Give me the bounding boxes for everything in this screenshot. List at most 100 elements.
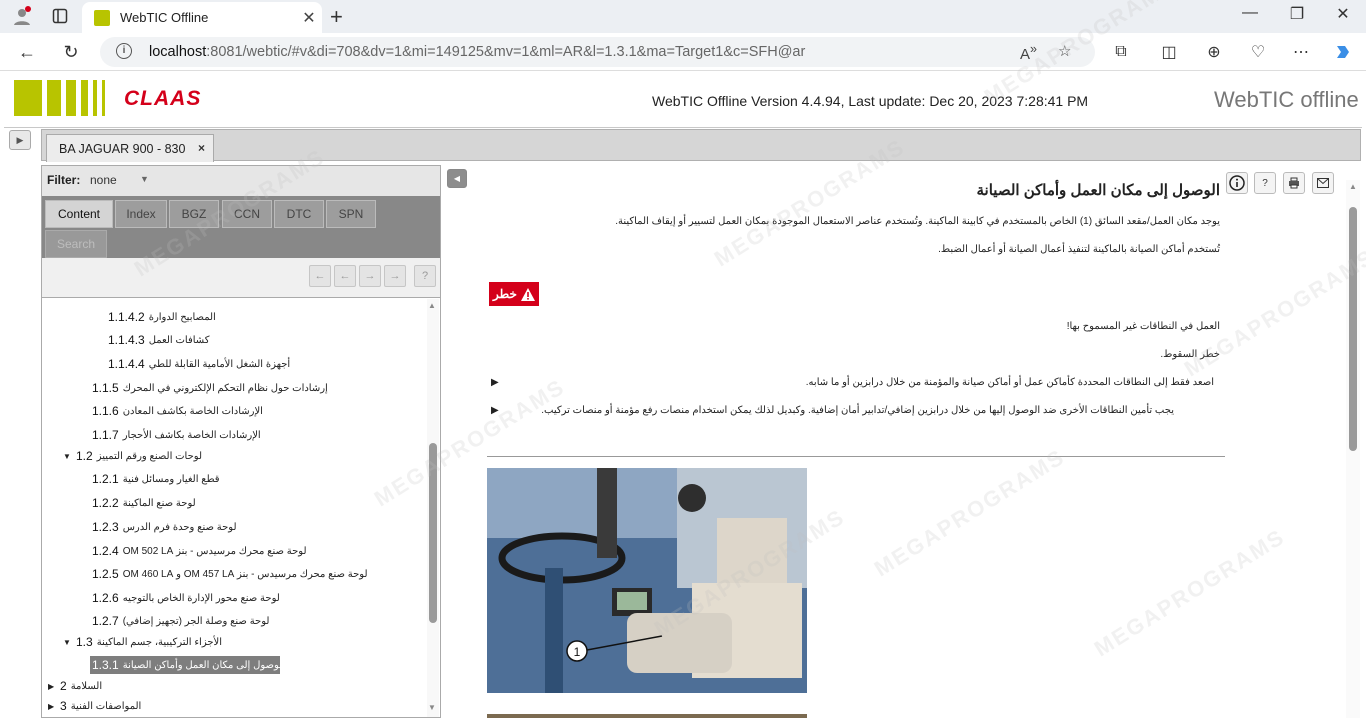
webtic-brand: WebTIC offline [1214,87,1359,112]
tree-item-1-1-6[interactable]: 1.1.6 الإرشادات الخاصة بكاشف المعادن [92,402,422,420]
url-text[interactable]: localhost:8081/webtic/#v&di=708&dv=1&mi=… [149,44,805,60]
tree-item-1-2-1[interactable]: 1.2.1 قطع الغيار ومسائل فنية [92,470,422,488]
tree-item-1-2-7[interactable]: 1.2.7 لوحة صنع وصلة الجر (تجهيز إضافي) [92,612,422,630]
favorite-star-icon[interactable]: ☆ [1058,42,1071,60]
second-illustration-edge [487,714,807,718]
copilot-icon[interactable] [1332,41,1354,63]
tree-item-1-1-4-3[interactable]: 1.1.4.3 كشافات العمل [108,331,422,349]
svg-text:1: 1 [574,645,581,659]
document-tab-label: BA JAGUAR 900 - 830 [59,141,186,156]
warning-subtext: خطر السقوط. [1160,349,1220,360]
profile-icon[interactable] [10,5,34,27]
site-info-icon[interactable]: i [116,43,132,59]
close-tab-icon[interactable]: ✕ [296,8,322,28]
tree-item-1-2-2[interactable]: 1.2.2 لوحة صنع الماكينة [92,494,422,512]
browser-tab[interactable]: WebTIC Offline ✕ [82,2,322,33]
tree-scrollbar[interactable]: ▲ ▼ [427,299,439,717]
cab-seat-illustration: 1 [487,468,807,693]
claas-logo-bars-icon [14,80,105,116]
bullet-arrow-icon: ▶ [491,405,499,416]
tree-item-3[interactable]: 3 المواصفات الفنية [60,697,422,715]
tab-dtc[interactable]: DTC [274,200,324,228]
claas-logo: CLAAS [124,87,202,110]
content-scrollbar[interactable]: ▲ [1346,180,1360,718]
page-title: الوصول إلى مكان العمل وأماكن الصيانة [976,182,1221,199]
read-aloud-icon[interactable]: A» [1020,42,1037,63]
tab-ccn[interactable]: CCN [222,200,272,228]
split-screen-icon[interactable]: ◫ [1158,41,1180,63]
tree-help-icon[interactable]: ? [414,265,436,287]
mail-icon[interactable] [1312,172,1334,194]
previous-page-icon[interactable]: ← [334,265,356,287]
collapse-arrow-icon[interactable]: ▼ [63,638,71,647]
instruction-1: اصعد فقط إلى النطاقات المحددة كأماكن عمل… [805,377,1214,388]
browser-tab-bar: WebTIC Offline ✕ + — ❐ ✕ [0,0,1366,33]
browser-essentials-icon[interactable]: ♡ [1247,41,1269,63]
collections-icon[interactable]: ⊕ [1203,41,1225,63]
filter-label: Filter: [47,173,81,187]
tab-index[interactable]: Index [115,200,167,228]
tree-item-1-3[interactable]: 1.3 الأجزاء التركيبية، جسم الماكينة [76,633,422,651]
url-field[interactable]: i localhost:8081/webtic/#v&di=708&dv=1&m… [100,37,1095,67]
back-icon[interactable]: ← [14,40,40,64]
tree-item-1-3-1[interactable]: 1.3.1 الوصول إلى مكان العمل وأماكن الصيان… [90,656,285,674]
content-scroll-thumb[interactable] [1349,207,1357,451]
tree-item-1-2-3[interactable]: 1.2.3 لوحة صنع وحدة فرم الدرس [92,518,422,536]
tree-item-1-1-7[interactable]: 1.1.7 الإرشادات الخاصة بكاشف الأحجار [92,426,422,444]
scroll-down-icon[interactable]: ▼ [428,703,436,712]
tab-spn[interactable]: SPN [326,200,376,228]
document-tab[interactable]: BA JAGUAR 900 - 830 × [46,134,214,162]
tree-item-1-2-6[interactable]: 1.2.6 لوحة صنع محور الإدارة الخاص بالتوجي… [92,589,422,607]
close-document-tab-icon[interactable]: × [198,141,205,155]
tab-search[interactable]: Search [45,230,107,258]
help-icon[interactable]: ? [1254,172,1276,194]
document-tab-strip: BA JAGUAR 900 - 830 × [41,129,1361,162]
tree-item-1-2-4[interactable]: 1.2.4 لوحة صنع محرك مرسيدس - بنز OM 502 L… [92,542,422,560]
webtic-favicon-icon [94,9,110,26]
tree-item-1-1-4-4[interactable]: 1.1.4.4 أجهزة الشغل الأمامية القابلة للطي [108,355,422,373]
app-header: CLAAS WebTIC Offline Version 4.4.94, Las… [4,71,1362,128]
scroll-up-icon[interactable]: ▲ [428,301,436,310]
collapse-arrow-icon[interactable]: ▼ [63,452,71,461]
content-tree: 1.1.4.2 المصابيح الدوارة 1.1.4.3 كشافات ال… [42,299,426,717]
new-tab-icon[interactable]: + [330,4,343,30]
tree-item-2[interactable]: 2 السلامة [60,677,422,695]
collapse-panel-icon[interactable]: ◀ [447,169,467,188]
intro-paragraph: يوجد مكان العمل/مقعد السائق (1) الخاص با… [615,216,1220,227]
filter-select[interactable]: none [90,173,117,187]
tab-content[interactable]: Content [45,200,113,228]
version-info: WebTIC Offline Version 4.4.94, Last upda… [652,93,1089,109]
last-page-icon[interactable]: → [384,265,406,287]
tree-toolbar: ← ← → → ? [42,258,440,298]
nav-tabs: Content Index BGZ CCN DTC SPN Search [42,196,440,258]
maintenance-paragraph: تُستخدم أماكن الصيانة بالماكينة لتنفيذ أ… [938,244,1220,255]
filter-row: Filter: none ▼ [42,166,440,196]
print-icon[interactable] [1283,172,1305,194]
filter-dropdown-icon[interactable]: ▼ [140,174,149,184]
refresh-icon[interactable]: ↻ [58,40,84,64]
scroll-up-icon[interactable]: ▲ [1349,182,1357,191]
info-icon[interactable] [1226,172,1248,194]
warning-heading: العمل في النطاقات غير المسموح بها! [1066,321,1220,332]
sidebar-toggle-icon[interactable]: ▶ [9,130,31,150]
next-page-icon[interactable]: → [359,265,381,287]
tab-actions-icon[interactable] [48,5,72,27]
tree-item-1-2-5[interactable]: 1.2.5 لوحة صنع محرك مرسيدس - بنز OM 457 L… [92,565,422,583]
tree-item-1-1-4-2[interactable]: 1.1.4.2 المصابيح الدوارة [108,308,422,326]
minimize-icon[interactable]: — [1230,4,1270,22]
browser-tab-title: WebTIC Offline [120,10,209,25]
extensions-icon[interactable]: ⧉ [1110,41,1132,63]
restore-icon[interactable]: ❐ [1277,4,1317,24]
bullet-arrow-icon: ▶ [491,377,499,388]
expand-arrow-icon[interactable]: ▶ [48,682,54,691]
tree-item-1-1-5[interactable]: 1.1.5 إرشادات حول نظام التحكم الإلكتروني … [92,379,422,397]
first-page-icon[interactable]: ← [309,265,331,287]
tab-bgz[interactable]: BGZ [169,200,219,228]
content-panel: الوصول إلى مكان العمل وأماكن الصيانة ? ي… [470,165,1362,718]
expand-arrow-icon[interactable]: ▶ [48,702,54,711]
tree-scroll-thumb[interactable] [429,443,437,623]
tree-item-1-2[interactable]: 1.2 لوحات الصنع ورقم التمييز [76,447,422,465]
more-menu-icon[interactable]: ⋯ [1290,41,1312,63]
window-close-icon[interactable]: ✕ [1323,4,1363,24]
warning-triangle-icon [520,287,535,301]
